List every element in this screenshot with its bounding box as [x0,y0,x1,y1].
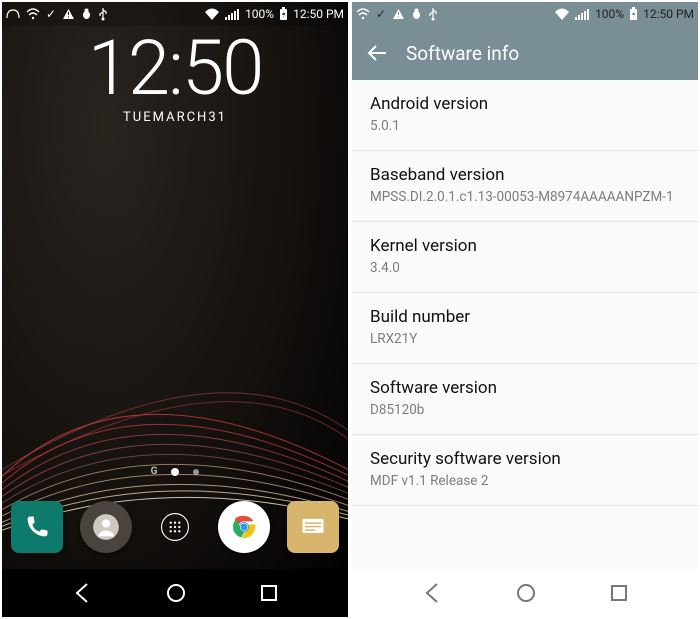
settings-screen: ✓ 100% 12:50 PM Software info Android ve… [352,2,698,617]
wifi-small-icon [26,8,40,20]
chrome-app[interactable] [218,501,270,553]
wifi-icon [554,8,570,21]
row-title: Security software version [370,449,680,469]
cell-signal-icon [575,8,590,20]
sync-icon: ✓ [376,7,386,21]
list-item[interactable]: Security software version MDF v1.1 Relea… [352,435,698,506]
row-value: MDF v1.1 Release 2 [370,473,680,489]
nav-recents-button[interactable] [607,581,631,605]
navigation-bar [2,569,348,617]
dock [2,487,348,567]
screen-title: Software info [406,42,519,65]
battery-percent: 100% [595,7,624,21]
phone-app[interactable] [11,501,63,553]
row-title: Build number [370,307,680,327]
battery-percent: 100% [245,7,274,21]
nav-home-button[interactable] [513,580,539,606]
nav-recents-button[interactable] [257,581,281,605]
row-title: Software version [370,378,680,398]
list-item[interactable]: Baseband version MPSS.DI.2.0.1.c1.13-000… [352,151,698,222]
nav-back-button[interactable] [70,580,96,606]
row-value: 5.0.1 [370,118,680,134]
warning-icon [392,8,405,20]
clock-date: TUEMARCH31 [2,110,348,125]
action-bar: Software info [352,26,698,80]
google-now-page-icon[interactable]: G [151,466,158,477]
wifi-small-icon [356,8,370,20]
warning-icon [62,8,75,20]
list-item[interactable]: Software version D85120b [352,364,698,435]
back-icon[interactable] [366,42,388,64]
battery-icon [279,7,288,21]
status-bar: ✓ 100% 12:50 PM [2,2,348,26]
nav-home-button[interactable] [163,580,189,606]
usb-icon [98,7,108,21]
nfc-icon [6,8,20,20]
cell-signal-icon [225,8,240,20]
list-item[interactable]: Kernel version 3.4.0 [352,222,698,293]
page-dot[interactable] [193,469,199,475]
messaging-app[interactable] [287,501,339,553]
row-value: 3.4.0 [370,260,680,276]
row-title: Kernel version [370,236,680,256]
homescreen: ✓ 100% 12:50 PM 12:50 TUEMARCH31 G [2,2,348,617]
bug-icon [81,8,92,20]
wifi-icon [204,8,220,21]
settings-list[interactable]: Android version 5.0.1 Baseband version M… [352,80,698,569]
status-time: 12:50 PM [643,7,694,21]
list-item[interactable]: Build number LRX21Y [352,293,698,364]
row-title: Baseband version [370,165,680,185]
nav-back-button[interactable] [420,580,446,606]
page-indicator: G [2,466,348,477]
bug-icon [411,8,422,20]
app-drawer-button[interactable] [149,501,201,553]
row-value: MPSS.DI.2.0.1.c1.13-00053-M8974AAAAANPZM… [370,189,680,205]
status-bar: ✓ 100% 12:50 PM [352,2,698,26]
status-time: 12:50 PM [293,7,344,21]
contacts-app[interactable] [80,501,132,553]
list-item[interactable]: Android version 5.0.1 [352,80,698,151]
row-title: Android version [370,94,680,114]
row-value: LRX21Y [370,331,680,347]
row-value: D85120b [370,402,680,418]
clock-widget[interactable]: 12:50 TUEMARCH31 [2,30,348,125]
sync-icon: ✓ [46,7,56,21]
page-dot[interactable] [171,468,179,476]
battery-icon [629,7,638,21]
clock-time: 12:50 [2,30,348,106]
usb-icon [428,7,438,21]
navigation-bar [352,569,698,617]
